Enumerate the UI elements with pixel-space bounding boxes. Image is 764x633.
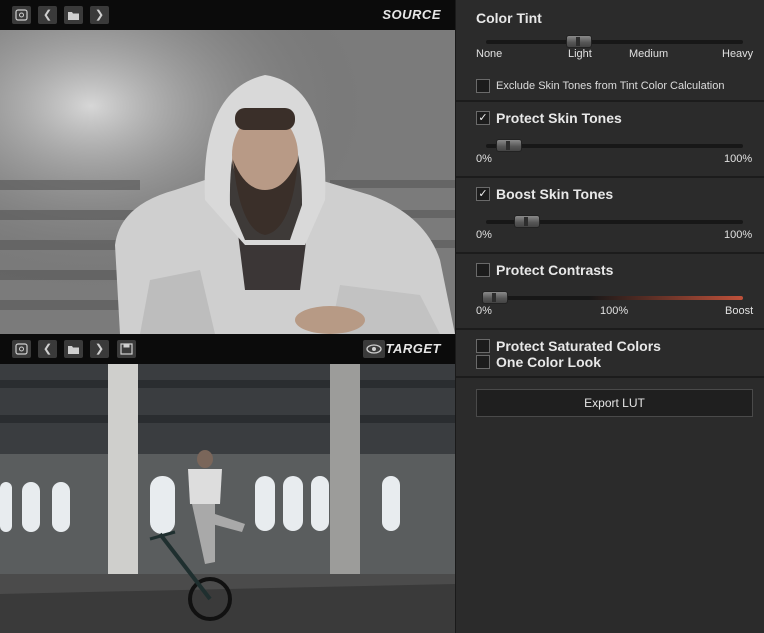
protect-saturated-checkbox[interactable] <box>476 339 490 353</box>
next-icon[interactable]: ❯ <box>90 340 109 358</box>
protect-skin-slider[interactable] <box>486 144 743 148</box>
protect-skin-slider-handle[interactable] <box>496 139 522 152</box>
eye-icon[interactable] <box>363 340 385 358</box>
boost-skin-min-label: 0% <box>476 229 492 241</box>
previous-icon[interactable]: ❮ <box>38 340 57 358</box>
protect-contrasts-mid-label: 100% <box>600 305 629 317</box>
protect-contrasts-max-label: Boost <box>725 305 754 317</box>
color-tint-slider[interactable] <box>486 40 743 44</box>
folder-icon[interactable] <box>64 6 83 24</box>
exclude-skin-tones-checkbox[interactable] <box>476 79 490 93</box>
extra-options-section: Protect Saturated Colors One Color Look <box>456 330 764 378</box>
exclude-skin-tones-label: Exclude Skin Tones from Tint Color Calcu… <box>496 80 725 92</box>
protect-contrasts-checkbox[interactable] <box>476 263 490 277</box>
load-target-icon[interactable] <box>12 340 31 358</box>
boost-skin-checkbox[interactable]: ✓ <box>476 187 490 201</box>
target-image <box>0 364 455 633</box>
tint-medium-label: Medium <box>629 48 669 60</box>
color-tint-section: Color Tint None Light Medium Heavy Exclu… <box>456 0 764 102</box>
next-icon[interactable]: ❯ <box>90 6 109 24</box>
color-tint-slider-handle[interactable] <box>566 35 592 48</box>
controls-panel: Color Tint None Light Medium Heavy Exclu… <box>455 0 764 633</box>
protect-skin-min-label: 0% <box>476 153 492 165</box>
target-label: TARGET <box>385 341 441 356</box>
protect-skin-label: Protect Skin Tones <box>496 110 622 126</box>
protect-contrasts-label: Protect Contrasts <box>496 262 614 278</box>
boost-skin-slider-handle[interactable] <box>514 215 540 228</box>
boost-skin-label: Boost Skin Tones <box>496 186 614 202</box>
target-toolbar: ❮ ❯ TARGET <box>0 334 455 364</box>
protect-skin-checkbox[interactable]: ✓ <box>476 111 490 125</box>
folder-icon[interactable] <box>64 340 83 358</box>
protect-contrasts-slider[interactable] <box>486 296 743 300</box>
source-image <box>0 30 455 334</box>
protect-skin-max-label: 100% <box>724 153 753 165</box>
image-panels: ❮ ❯ SOURCE ❮ ❯ TARGET <box>0 0 455 633</box>
load-source-icon[interactable] <box>12 6 31 24</box>
source-label: SOURCE <box>382 7 441 22</box>
tint-none-label: None <box>476 48 503 60</box>
previous-icon[interactable]: ❮ <box>38 6 57 24</box>
source-toolbar: ❮ ❯ SOURCE <box>0 0 455 30</box>
one-color-label: One Color Look <box>496 354 601 370</box>
protect-contrasts-section: Protect Contrasts 0% 100% Boost <box>456 254 764 330</box>
one-color-checkbox[interactable] <box>476 355 490 369</box>
tint-heavy-label: Heavy <box>722 48 754 60</box>
export-lut-button[interactable]: Export LUT <box>476 389 753 417</box>
protect-contrasts-slider-handle[interactable] <box>482 291 508 304</box>
boost-skin-section: ✓ Boost Skin Tones 0% 100% <box>456 178 764 254</box>
boost-skin-max-label: 100% <box>724 229 753 241</box>
save-icon[interactable] <box>117 340 136 358</box>
tint-light-label: Light <box>568 48 592 60</box>
protect-saturated-label: Protect Saturated Colors <box>496 338 661 354</box>
protect-contrasts-min-label: 0% <box>476 305 492 317</box>
protect-skin-section: ✓ Protect Skin Tones 0% 100% <box>456 102 764 178</box>
color-tint-title: Color Tint <box>476 10 542 26</box>
